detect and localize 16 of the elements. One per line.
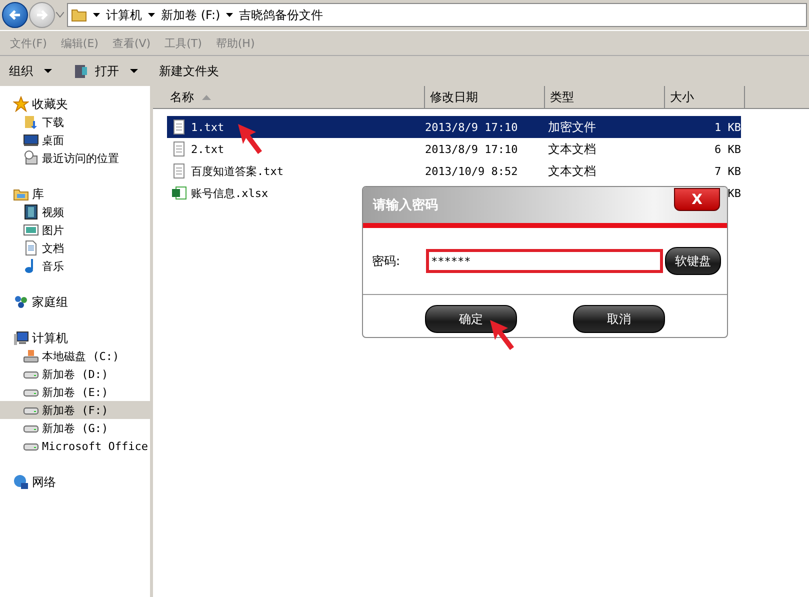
file-type: 文本文档 (548, 140, 596, 158)
file-type: 加密文件 (548, 118, 596, 136)
field-label: 密码: (372, 252, 402, 270)
file-name: 2.txt (191, 142, 224, 156)
file-size: 7 KB (714, 164, 741, 178)
file-date: 2013/8/9 17:10 (425, 120, 518, 134)
dialog-title: 请输入密码 (373, 196, 438, 214)
file-name: 1.txt (191, 120, 224, 134)
file-date: 2013/8/9 17:10 (425, 142, 518, 156)
file-name: 百度知道答案.txt (191, 164, 284, 178)
file-size: KB (728, 186, 741, 200)
file-type: 文本文档 (548, 162, 596, 180)
file-size: 1 KB (714, 120, 741, 134)
file-name: 账号信息.xlsx (191, 186, 268, 200)
file-size: 6 KB (714, 142, 741, 156)
file-date: 2013/10/9 8:52 (425, 164, 518, 178)
